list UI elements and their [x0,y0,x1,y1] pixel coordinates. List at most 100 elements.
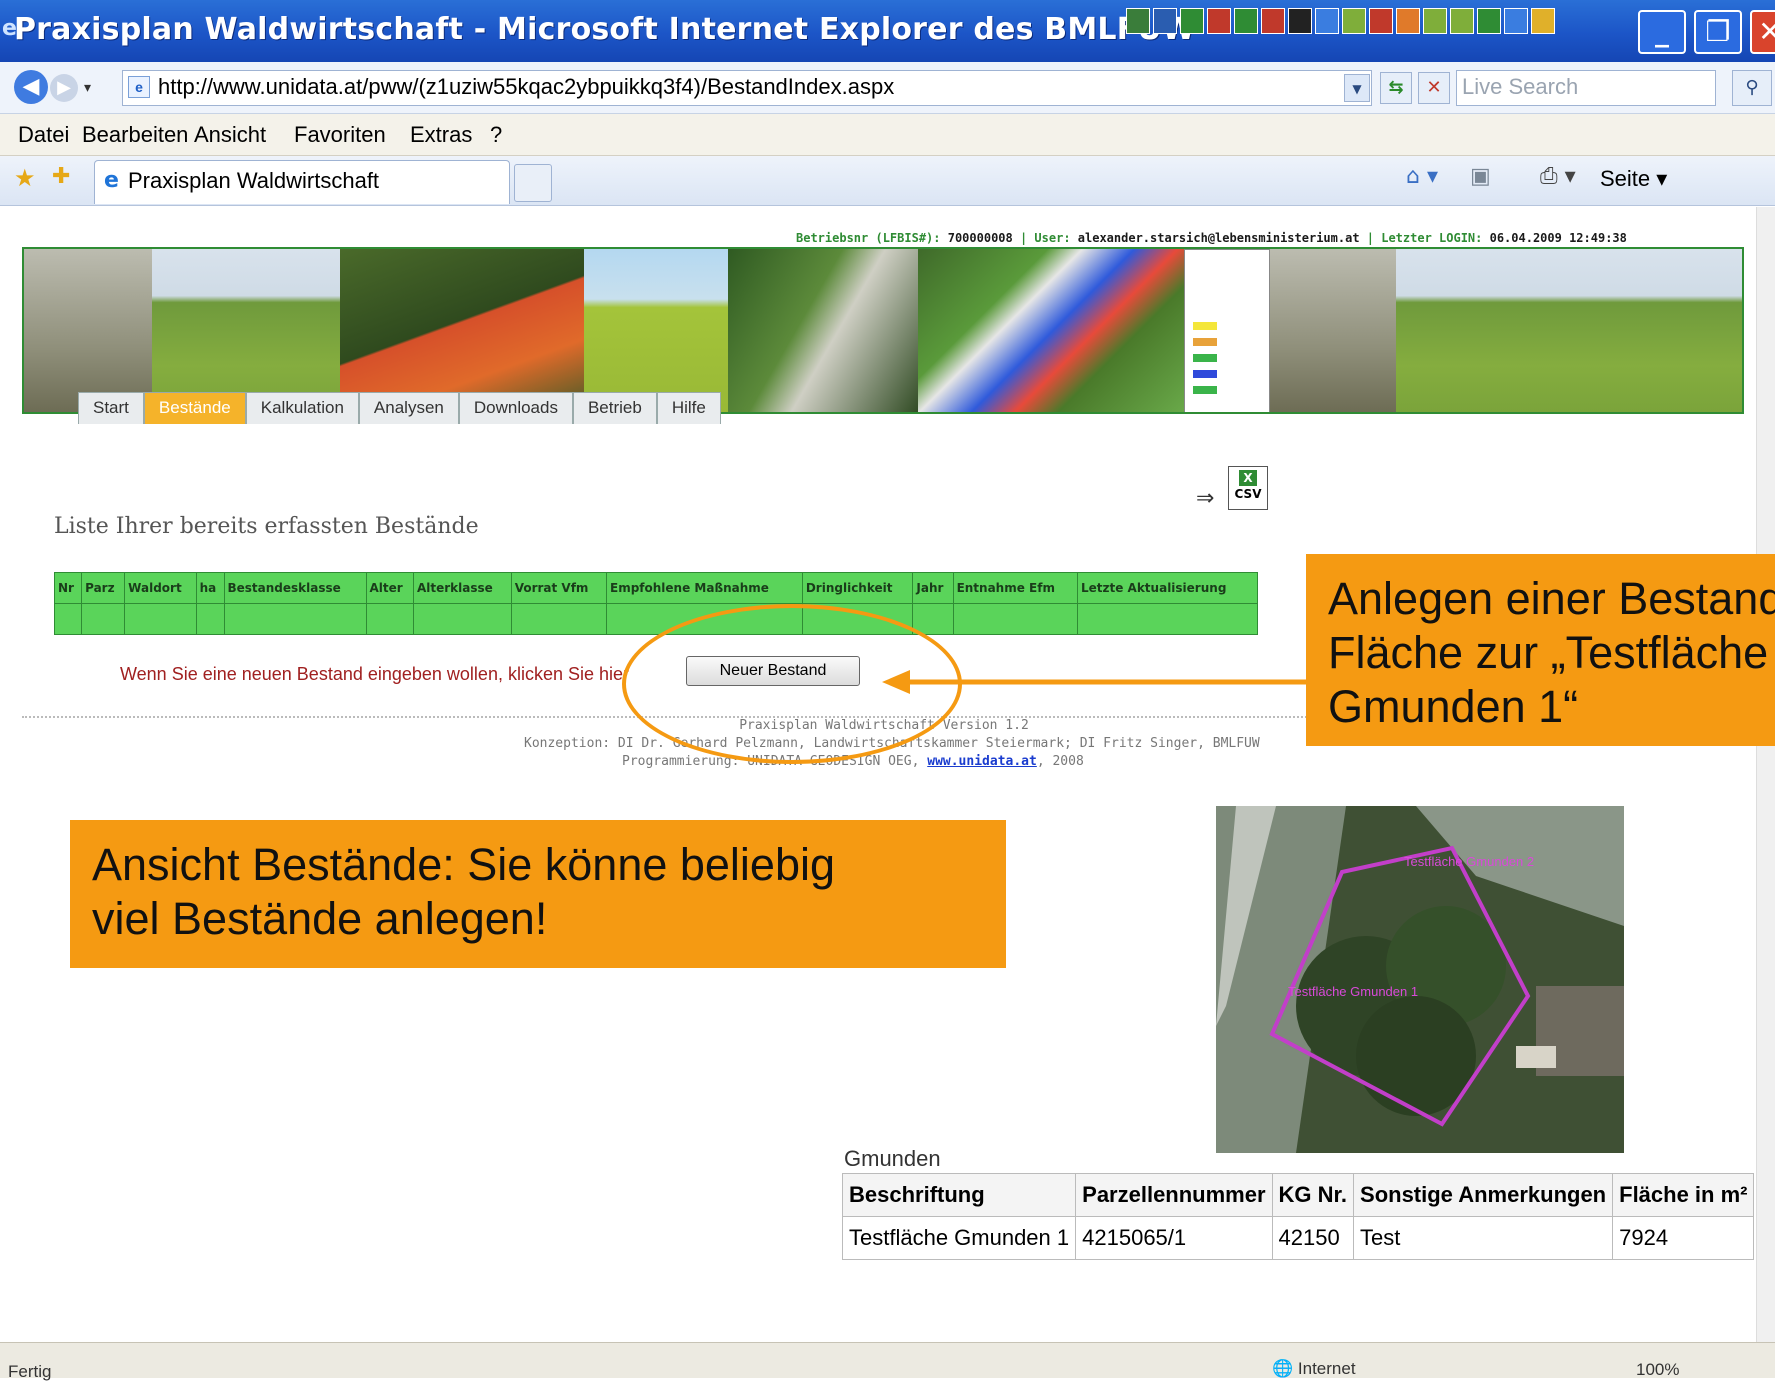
table-cell: Test [1353,1216,1614,1260]
export-arrow-icon[interactable]: ⇒ [1196,486,1214,511]
callout-view-stands: Ansicht Bestände: Sie könne beliebig vie… [70,820,1006,968]
column-header[interactable]: Waldort [124,572,197,604]
column-header[interactable]: Bestandesklasse [223,572,367,604]
column-header[interactable]: Jahr [912,572,954,604]
search-icon[interactable]: ⚲ [1732,70,1772,106]
menu-bar: Datei Bearbeiten Ansicht Favoriten Extra… [0,114,1775,156]
page-icon: e [128,76,150,98]
app-icon[interactable] [1234,8,1258,34]
menu-ansicht[interactable]: Ansicht [194,122,266,148]
feeds-icon[interactable]: ▣ [1470,164,1491,189]
ie-icon: e [104,168,119,193]
column-header[interactable]: Entnahme Efm [952,572,1078,604]
meadow-photo [1396,249,1742,412]
callout-line: Gmunden 1“ [1328,681,1579,732]
table-row-empty [53,603,1259,635]
app-icon[interactable] [1342,8,1366,34]
last-login: 06.04.2009 12:49:38 [1489,231,1627,245]
close-button[interactable]: ✕ [1750,10,1775,54]
app-icon[interactable] [1126,8,1150,34]
new-stand-hint: Wenn Sie eine neuen Bestand eingeben wol… [120,664,630,684]
unidata-link[interactable]: www.unidata.at [927,754,1037,769]
minimize-button[interactable]: _ [1638,10,1686,54]
menu-help[interactable]: ? [490,122,502,148]
nav-analysen[interactable]: Analysen [358,392,459,424]
nav-hilfe[interactable]: Hilfe [656,392,721,424]
callout-line: Fläche zur „Testfläche [1328,627,1769,678]
add-favorite-icon[interactable]: ✚ [52,164,70,189]
map-label-gmunden-1: Testfläche Gmunden 1 [1288,984,1418,999]
table-row: Testfläche Gmunden 1 4215065/1 42150 Tes… [841,1216,1755,1260]
app-icon[interactable] [1153,8,1177,34]
column-header: Beschriftung [841,1173,1077,1217]
address-dropdown-icon[interactable]: ▼ [1344,74,1370,102]
column-header[interactable]: Alter [365,572,414,604]
status-bar [0,1342,1775,1378]
column-header[interactable]: Letzte Aktualisierung [1076,572,1259,604]
window-title: Praxisplan Waldwirtschaft - Microsoft In… [14,12,1196,47]
map-photo [918,249,1184,412]
app-icon[interactable] [1180,8,1204,34]
menu-datei[interactable]: Datei [18,122,69,148]
betrieb-number: 700000008 [947,231,1013,245]
bestand-table: Nr Parz Waldort ha Bestandesklasse Alter… [53,572,1259,635]
main-navigation: Start Bestände Kalkulation Analysen Down… [78,392,721,424]
app-icon[interactable] [1450,8,1474,34]
menu-bearbeiten[interactable]: Bearbeiten [82,122,188,148]
menu-extras[interactable]: Extras [410,122,472,148]
app-icon[interactable] [1396,8,1420,34]
nav-betrieb[interactable]: Betrieb [572,392,657,424]
list-title: Liste Ihrer bereits erfassten Bestände [54,514,479,539]
aerial-map-graphic: Testfläche Gmunden 2 Testfläche Gmunden … [1216,806,1624,1153]
column-header[interactable]: Nr [53,572,83,604]
nav-bestaende[interactable]: Bestände [143,392,246,424]
app-icon[interactable] [1531,8,1555,34]
column-header[interactable]: Dringlichkeit [801,572,914,604]
nav-kalkulation[interactable]: Kalkulation [245,392,359,424]
home-icon[interactable]: ⌂ ▾ [1406,164,1438,189]
column-header[interactable]: Alterklasse [412,572,512,604]
nav-downloads[interactable]: Downloads [458,392,573,424]
column-header[interactable]: ha [195,572,225,604]
address-url[interactable]: http://www.unidata.at/pww/(z1uziw55kqac2… [158,74,894,100]
tab-label[interactable]: Praxisplan Waldwirtschaft [128,168,379,194]
callout-line: Ansicht Bestände: Sie könne beliebig [92,839,836,890]
app-icon[interactable] [1207,8,1231,34]
csv-label: CSV [1234,487,1262,501]
nav-start[interactable]: Start [78,392,144,424]
stop-button[interactable]: ✕ [1418,72,1450,104]
search-input[interactable]: Live Search [1462,74,1578,100]
app-icon[interactable] [1261,8,1285,34]
column-header[interactable]: Parz [81,572,126,604]
callout-line: Anlegen einer Bestands- [1328,573,1775,624]
scrollbar[interactable] [1756,207,1775,1342]
maximize-button[interactable]: ❐ [1694,10,1742,54]
table-cell: 42150 [1271,1216,1355,1260]
app-icon[interactable] [1504,8,1528,34]
page-menu[interactable]: Seite ▾ [1600,166,1667,192]
app-icon[interactable] [1423,8,1447,34]
column-header: Fläche in m² [1612,1173,1755,1217]
footer-year: , 2008 [1036,754,1084,769]
menu-favoriten[interactable]: Favoriten [294,122,386,148]
csv-export-icon[interactable]: X CSV [1228,466,1268,510]
app-icon[interactable] [1477,8,1501,34]
app-icon[interactable] [1288,8,1312,34]
print-icon[interactable]: ⎙ ▾ [1540,164,1576,189]
quick-launch-icons[interactable] [1126,8,1616,38]
refresh-button[interactable]: ⇆ [1380,72,1412,104]
forward-button[interactable]: ▶ [50,74,78,102]
column-header[interactable]: Vorrat Vfm [510,572,608,604]
favorites-star-icon[interactable]: ★ [14,164,36,192]
new-tab-button[interactable] [514,164,552,202]
zoom-level[interactable]: 100% [1636,1360,1679,1380]
app-icon[interactable] [1369,8,1393,34]
highlight-ellipse [622,604,962,764]
column-header[interactable]: Empfohlene Maßnahme [606,572,803,604]
app-icon[interactable] [1315,8,1339,34]
back-button[interactable]: ◀ [14,70,48,104]
history-dropdown-icon[interactable]: ▾ [84,74,104,102]
aerial-map: Testfläche Gmunden 2 Testfläche Gmunden … [1216,806,1624,1153]
login-label: | Letzter LOGIN: [1359,231,1490,245]
hill-photo [584,249,728,412]
